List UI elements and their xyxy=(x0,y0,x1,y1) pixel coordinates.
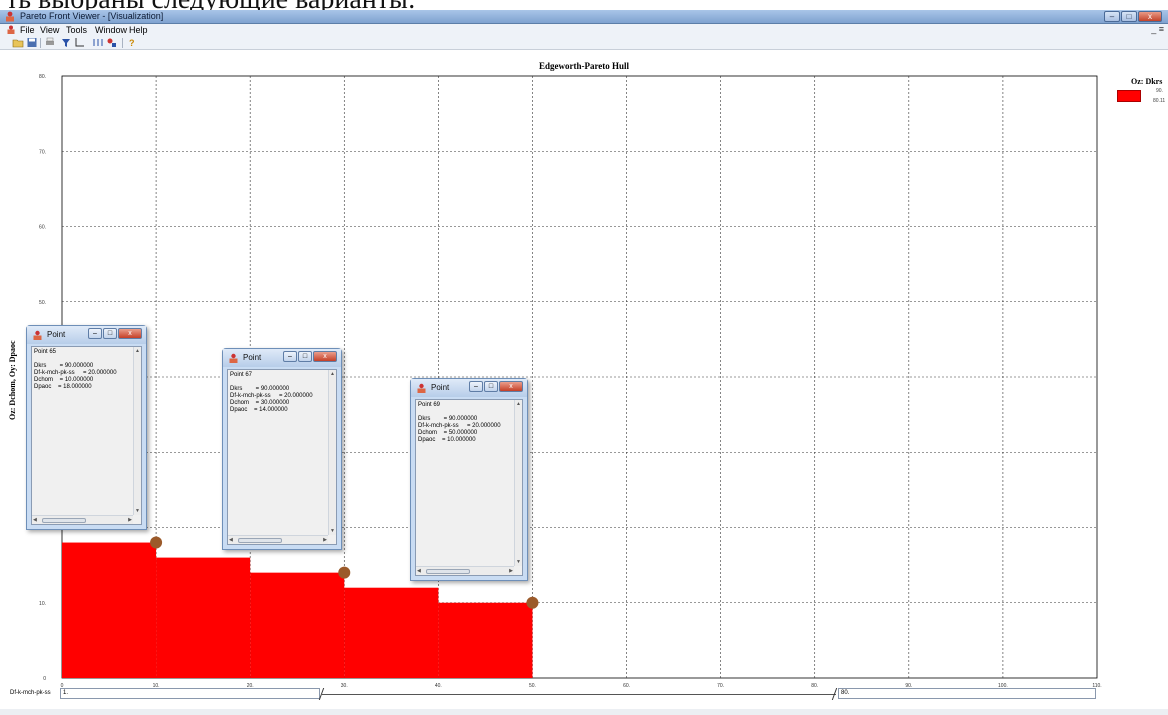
point-info-text-area[interactable]: Point 69 Dkrs = 90.000000 Df-k-mch-pk-ss… xyxy=(415,399,523,576)
scroll-up-icon[interactable]: ▲ xyxy=(516,401,521,407)
x-tick-label: 60. xyxy=(623,683,630,689)
horizontal-scrollbar[interactable]: ◀ ▶ xyxy=(32,515,133,524)
horizontal-scroll-thumb[interactable] xyxy=(238,538,282,543)
minimize-button[interactable]: – xyxy=(88,328,102,339)
x-tick-label: 30. xyxy=(341,683,348,689)
scroll-down-icon[interactable]: ▼ xyxy=(330,528,335,534)
point-info-text-area[interactable]: Point 67 Dkrs = 90.000000 Df-k-mch-pk-ss… xyxy=(227,369,337,545)
slider-min-field[interactable]: 1. xyxy=(60,688,320,699)
close-button[interactable]: x xyxy=(118,328,142,339)
close-button[interactable]: x xyxy=(499,381,523,392)
x-tick-label: 70. xyxy=(717,683,724,689)
y-tick-label: 80. xyxy=(39,74,46,80)
scroll-left-icon[interactable]: ◀ xyxy=(33,517,37,523)
pareto-chart[interactable]: 0 10. 20. 30. 40. 50. 60. 70. 80. 90. 100. 110.010.… xyxy=(0,0,1168,715)
hull-step-0 xyxy=(62,542,157,678)
y-tick-label: 50. xyxy=(39,300,46,306)
pareto-point-2[interactable] xyxy=(526,596,539,609)
hull-step-2 xyxy=(250,572,345,678)
hull-step-3 xyxy=(344,587,439,678)
horizontal-scroll-thumb[interactable] xyxy=(426,569,470,574)
point-window-icon xyxy=(33,330,42,340)
point-window-icon xyxy=(417,383,426,393)
vertical-scrollbar[interactable]: ▲ ▼ xyxy=(133,347,141,515)
vertical-scrollbar[interactable]: ▲ ▼ xyxy=(328,370,336,535)
slider-label: Df-k-mch-pk-ss xyxy=(10,690,51,696)
scroll-down-icon[interactable]: ▼ xyxy=(135,508,140,514)
y-tick-label: 70. xyxy=(39,149,46,155)
slider-max-field[interactable]: 80. xyxy=(838,688,1096,699)
pareto-point-1[interactable] xyxy=(338,566,351,579)
x-tick-label: 50. xyxy=(529,683,536,689)
legend-top-value: 90. xyxy=(1156,88,1163,94)
maximize-button[interactable]: □ xyxy=(103,328,117,339)
maximize-button[interactable]: □ xyxy=(484,381,498,392)
point-window-titlebar[interactable]: Point – □ x xyxy=(223,349,341,367)
scroll-right-icon[interactable]: ▶ xyxy=(509,568,513,574)
horizontal-scrollbar[interactable]: ◀ ▶ xyxy=(416,566,514,575)
y-tick-label: 10. xyxy=(39,601,46,607)
scroll-down-icon[interactable]: ▼ xyxy=(516,559,521,565)
point-window-69[interactable]: Point – □ x Point 69 Dkrs = 90.000000 Df… xyxy=(410,378,528,581)
horizontal-scrollbar[interactable]: ◀ ▶ xyxy=(228,535,328,544)
point-window-65[interactable]: Point – □ x Point 65 Dkrs = 90.000000 Df… xyxy=(26,325,147,530)
x-tick-label: 40. xyxy=(435,683,442,689)
minimize-button[interactable]: – xyxy=(469,381,483,392)
scroll-up-icon[interactable]: ▲ xyxy=(135,348,140,354)
status-bar xyxy=(0,709,1168,715)
scroll-left-icon[interactable]: ◀ xyxy=(229,537,233,543)
point-info-text: Point 67 Dkrs = 90.000000 Df-k-mch-pk-ss… xyxy=(230,372,313,413)
hull-step-1 xyxy=(156,557,251,678)
legend-title: Oz: Dkrs xyxy=(1131,77,1163,86)
point-window-title: Point xyxy=(431,383,450,392)
legend-bottom-value: 80.11 xyxy=(1153,98,1166,104)
vertical-scrollbar[interactable]: ▲ ▼ xyxy=(514,400,522,566)
point-window-titlebar[interactable]: Point – □ x xyxy=(411,379,527,397)
point-info-text: Point 65 Dkrs = 90.000000 Df-k-mch-pk-ss… xyxy=(34,349,117,390)
hull-step-4 xyxy=(438,602,533,678)
horizontal-scroll-thumb[interactable] xyxy=(42,518,86,523)
maximize-button[interactable]: □ xyxy=(298,351,312,362)
minimize-button[interactable]: – xyxy=(283,351,297,362)
slider-track[interactable] xyxy=(322,694,836,695)
point-window-67[interactable]: Point – □ x Point 67 Dkrs = 90.000000 Df… xyxy=(222,348,342,550)
point-window-title: Point xyxy=(47,330,66,339)
point-window-icon xyxy=(229,353,238,363)
scroll-left-icon[interactable]: ◀ xyxy=(417,568,421,574)
point-window-titlebar[interactable]: Point – □ x xyxy=(27,326,146,344)
scroll-right-icon[interactable]: ▶ xyxy=(323,537,327,543)
scroll-up-icon[interactable]: ▲ xyxy=(330,371,335,377)
scroll-right-icon[interactable]: ▶ xyxy=(128,517,132,523)
y-tick-label: 60. xyxy=(39,225,46,231)
y-tick-label: 0 xyxy=(43,676,46,682)
point-info-text-area[interactable]: Point 65 Dkrs = 90.000000 Df-k-mch-pk-ss… xyxy=(31,346,142,525)
point-info-text: Point 69 Dkrs = 90.000000 Df-k-mch-pk-ss… xyxy=(418,402,501,443)
x-tick-label: 80. xyxy=(811,683,818,689)
close-button[interactable]: x xyxy=(313,351,337,362)
legend-color-swatch xyxy=(1117,90,1141,102)
pareto-point-0[interactable] xyxy=(150,536,163,549)
point-window-title: Point xyxy=(243,353,262,362)
